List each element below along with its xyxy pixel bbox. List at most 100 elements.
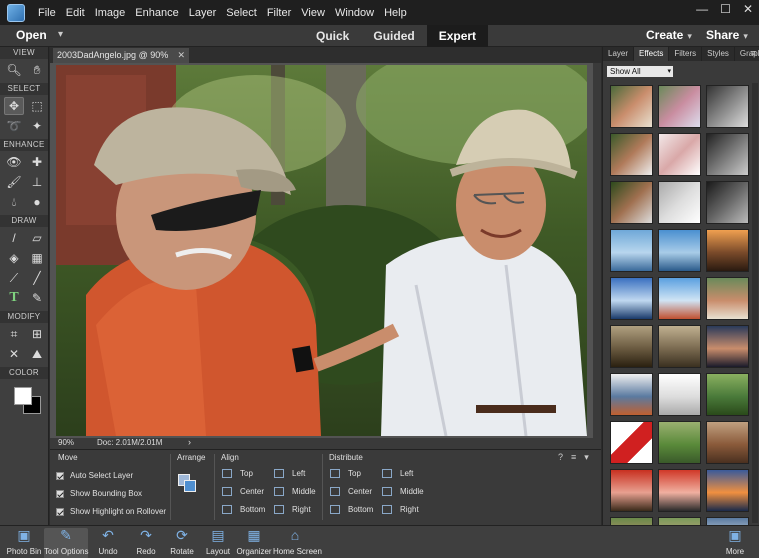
- align-center-button[interactable]: Center: [222, 487, 264, 496]
- effect-thumbnail[interactable]: [706, 517, 749, 525]
- align-top-button[interactable]: Top: [222, 469, 253, 478]
- effect-thumbnail[interactable]: [610, 181, 653, 224]
- crop-tool-icon[interactable]: ⌗: [4, 325, 24, 343]
- effect-thumbnail[interactable]: [706, 229, 749, 272]
- eyedropper-icon[interactable]: ⟋: [4, 269, 24, 287]
- home-screen-button[interactable]: ⌂ Home Screen: [273, 528, 322, 558]
- recompose-tool-icon[interactable]: ⊞: [27, 325, 47, 343]
- close-tab-icon[interactable]: ✕: [177, 48, 185, 63]
- distribute-bottom-button[interactable]: Bottom: [330, 505, 373, 514]
- effect-thumbnail[interactable]: [610, 421, 653, 464]
- organizer-button[interactable]: ▦ Organizer: [232, 528, 276, 558]
- sponge-tool-icon[interactable]: ●: [27, 193, 47, 211]
- spot-healing-icon[interactable]: ✚: [27, 153, 47, 171]
- show-highlight-checkbox[interactable]: [56, 507, 64, 516]
- open-button[interactable]: Open: [16, 28, 47, 42]
- effect-thumbnail[interactable]: [658, 133, 701, 176]
- effect-thumbnail[interactable]: [706, 325, 749, 368]
- options-menu-icon[interactable]: ≡: [571, 452, 576, 463]
- zoom-tool-icon[interactable]: 🔍︎: [4, 61, 24, 79]
- minimize-icon[interactable]: —: [696, 2, 708, 16]
- shape-tool-icon[interactable]: ╱: [27, 269, 47, 287]
- clone-stamp-icon[interactable]: ⊥: [27, 173, 47, 191]
- effect-thumbnail[interactable]: [658, 517, 701, 525]
- content-aware-move-icon[interactable]: ✕: [4, 345, 24, 363]
- menu-filter[interactable]: Filter: [262, 7, 296, 19]
- magic-wand-icon[interactable]: ✦: [27, 117, 47, 135]
- effect-thumbnail[interactable]: [658, 277, 701, 320]
- effect-thumbnail[interactable]: [658, 469, 701, 512]
- effect-thumbnail[interactable]: [706, 85, 749, 128]
- distribute-left-button[interactable]: Left: [382, 469, 413, 478]
- create-button[interactable]: Create ▾: [646, 28, 692, 42]
- photo-bin-button[interactable]: ▣ Photo Bin: [2, 528, 46, 558]
- brush-tool-icon[interactable]: /: [4, 229, 24, 247]
- effect-thumbnail[interactable]: [610, 325, 653, 368]
- effects-filter-select[interactable]: Show All ▾: [607, 66, 673, 77]
- align-middle-button[interactable]: Middle: [274, 487, 316, 496]
- distribute-right-button[interactable]: Right: [382, 505, 419, 514]
- distribute-top-button[interactable]: Top: [330, 469, 361, 478]
- menu-view[interactable]: View: [296, 7, 330, 19]
- effect-thumbnail[interactable]: [706, 469, 749, 512]
- blur-tool-icon[interactable]: 💧︎: [4, 193, 24, 211]
- tool-options-button[interactable]: ✎ Tool Options: [44, 528, 88, 558]
- effect-thumbnail[interactable]: [706, 181, 749, 224]
- panel-menu-icon[interactable]: ≡: [751, 48, 756, 58]
- eraser-tool-icon[interactable]: ▱: [27, 229, 47, 247]
- foreground-color-swatch[interactable]: [14, 387, 32, 405]
- effect-thumbnail[interactable]: [658, 421, 701, 464]
- effect-thumbnail[interactable]: [658, 373, 701, 416]
- menu-image[interactable]: Image: [90, 7, 131, 19]
- effect-thumbnail[interactable]: [658, 85, 701, 128]
- distribute-center-button[interactable]: Center: [330, 487, 372, 496]
- distribute-middle-button[interactable]: Middle: [382, 487, 424, 496]
- tab-effects[interactable]: Effects: [634, 47, 670, 61]
- effect-thumbnail[interactable]: [610, 229, 653, 272]
- close-icon[interactable]: ✕: [743, 2, 753, 16]
- lasso-tool-icon[interactable]: ➰: [4, 117, 24, 135]
- effect-thumbnail[interactable]: [610, 469, 653, 512]
- effect-thumbnail[interactable]: [610, 85, 653, 128]
- help-icon[interactable]: ?: [558, 452, 563, 463]
- type-tool-icon[interactable]: T: [4, 289, 24, 307]
- document-tab[interactable]: 2003DadAngelo.jpg @ 90% (RGB/8) ✕: [53, 48, 189, 75]
- tab-filters[interactable]: Filters: [669, 47, 703, 61]
- gradient-tool-icon[interactable]: ▦: [27, 249, 47, 267]
- effect-thumbnail[interactable]: [658, 229, 701, 272]
- open-dropdown-icon[interactable]: ▾: [58, 29, 63, 40]
- tab-expert[interactable]: Expert: [426, 25, 489, 47]
- paint-bucket-icon[interactable]: ◈: [4, 249, 24, 267]
- smart-brush-icon[interactable]: 🖌︎: [4, 173, 24, 191]
- tab-layers[interactable]: Layer: [603, 47, 635, 61]
- marquee-tool-icon[interactable]: ⬚: [27, 97, 47, 115]
- effect-thumbnail[interactable]: [610, 277, 653, 320]
- red-eye-tool-icon[interactable]: 👁︎: [4, 153, 24, 171]
- pencil-tool-icon[interactable]: ✎: [27, 289, 47, 307]
- menu-help[interactable]: Help: [379, 7, 412, 19]
- auto-select-layer-checkbox[interactable]: [56, 471, 64, 480]
- show-bounding-box-checkbox[interactable]: [56, 489, 64, 498]
- effect-thumbnail[interactable]: [706, 133, 749, 176]
- photo-image[interactable]: [56, 65, 587, 436]
- menu-select[interactable]: Select: [221, 7, 262, 19]
- share-button[interactable]: Share ▾: [706, 28, 748, 42]
- effect-thumbnail[interactable]: [610, 517, 653, 525]
- align-right-button[interactable]: Right: [274, 505, 311, 514]
- status-menu-icon[interactable]: ›: [188, 437, 191, 447]
- menu-layer[interactable]: Layer: [184, 7, 222, 19]
- tab-styles[interactable]: Styles: [702, 47, 735, 61]
- straighten-tool-icon[interactable]: ⛰︎: [27, 345, 47, 363]
- hand-tool-icon[interactable]: ✋︎: [27, 61, 47, 79]
- menu-edit[interactable]: Edit: [61, 7, 90, 19]
- align-bottom-button[interactable]: Bottom: [222, 505, 265, 514]
- maximize-icon[interactable]: ☐: [720, 2, 731, 16]
- more-button[interactable]: ▣ More: [713, 528, 757, 558]
- menu-window[interactable]: Window: [330, 7, 379, 19]
- effect-thumbnail[interactable]: [706, 421, 749, 464]
- auto-select-layer-option[interactable]: Auto Select Layer: [56, 471, 133, 480]
- tab-guided[interactable]: Guided: [361, 25, 426, 47]
- menu-file[interactable]: File: [33, 7, 61, 19]
- effect-thumbnail[interactable]: [658, 181, 701, 224]
- canvas-vertical-scrollbar[interactable]: [593, 63, 601, 438]
